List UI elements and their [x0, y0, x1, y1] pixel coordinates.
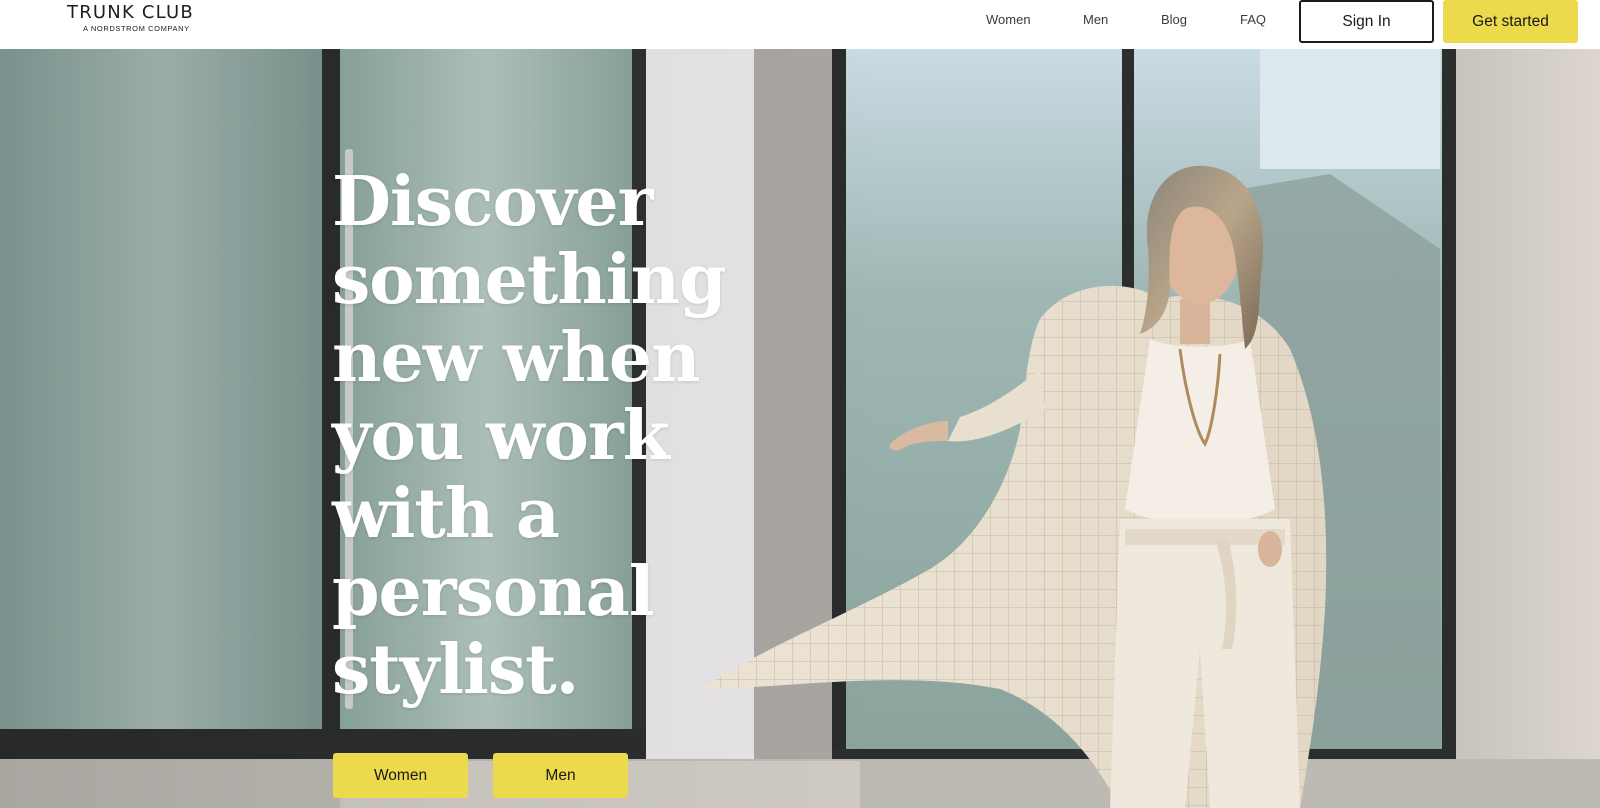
- trunk-club-logo[interactable]: TRUNK CLUB A NORDSTROM COMPANY: [67, 4, 212, 34]
- hero-section: Discover something new when you work wit…: [0, 49, 1600, 808]
- sign-in-button[interactable]: Sign In: [1299, 0, 1434, 43]
- hero-headline: Discover something new when you work wit…: [332, 162, 727, 710]
- get-started-button[interactable]: Get started: [1443, 0, 1578, 43]
- hero-men-button[interactable]: Men: [493, 753, 628, 798]
- nav-link-blog[interactable]: Blog: [1161, 11, 1187, 29]
- logo-wordmark: TRUNK CLUB: [67, 2, 194, 23]
- nav-link-men[interactable]: Men: [1083, 11, 1108, 29]
- logo-tagline: A NORDSTROM COMPANY: [83, 24, 190, 33]
- site-header: TRUNK CLUB A NORDSTROM COMPANY Women Men…: [0, 0, 1600, 49]
- nav-link-women[interactable]: Women: [986, 11, 1031, 29]
- hero-women-button[interactable]: Women: [333, 753, 468, 798]
- hero-photo: [0, 49, 1600, 808]
- nav-link-faq[interactable]: FAQ: [1240, 11, 1266, 29]
